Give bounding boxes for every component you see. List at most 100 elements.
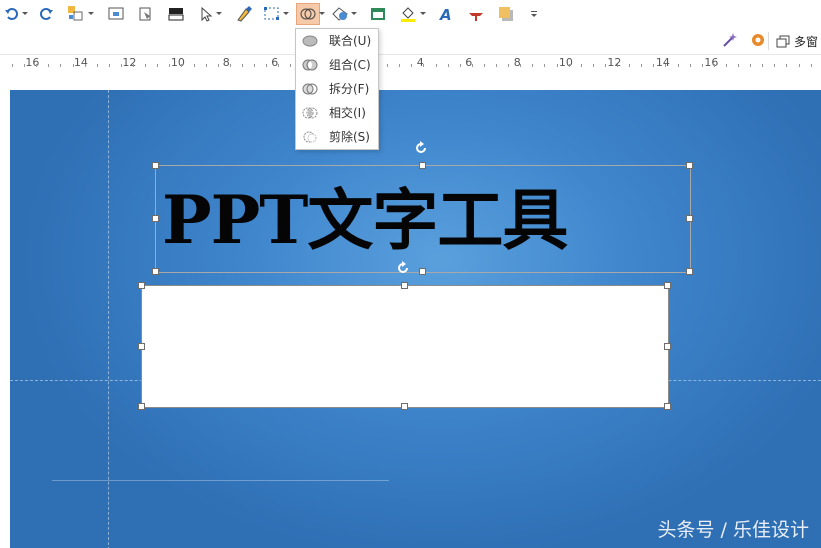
ruler-tick [544, 64, 546, 67]
merge-shapes-menu: 联合(U) 组合(C) 拆分(F) 相交(I) 剪除(S) [295, 28, 379, 150]
text-effect-button[interactable]: A [436, 4, 456, 24]
ruler-label: 4 [416, 56, 424, 69]
ruler-tick [48, 64, 50, 67]
ruler-tick [774, 64, 776, 67]
rect-handle-nw[interactable] [138, 282, 145, 289]
fill-color-button[interactable] [398, 4, 418, 24]
ruler-label: 6 [465, 56, 473, 69]
merge-shapes-button[interactable] [296, 3, 320, 25]
ruler-tick [641, 64, 643, 67]
select-button[interactable] [196, 4, 216, 24]
gradient-button[interactable] [166, 4, 186, 24]
resize-handle-nw[interactable] [152, 162, 159, 169]
shape-outline-icon [332, 7, 348, 21]
redo-button[interactable] [36, 4, 56, 24]
edit-points-dropdown-arrow[interactable] [283, 12, 289, 15]
ruler-label: 16 [25, 56, 40, 69]
rect-handle-n[interactable] [401, 282, 408, 289]
arrange-dropdown-arrow[interactable] [88, 12, 94, 15]
shadow-button[interactable] [496, 4, 516, 24]
pen-button[interactable] [234, 4, 254, 24]
magic-wand-button[interactable] [720, 30, 740, 50]
multi-window-button[interactable]: 多窗 [794, 33, 818, 50]
resize-handle-e[interactable] [686, 215, 693, 222]
secondary-toolbar: 多窗 [0, 28, 821, 55]
ruler-tick [411, 64, 413, 67]
ruler-tick [217, 64, 219, 67]
ruler-tick [738, 64, 739, 67]
rect-handle-se[interactable] [664, 403, 671, 410]
rect-handle-e[interactable] [664, 343, 671, 350]
ruler-tick [108, 64, 110, 67]
format-painter-button[interactable] [136, 4, 156, 24]
menu-item-combine[interactable]: 组合(C) [296, 53, 378, 77]
undo-button[interactable] [2, 4, 22, 24]
ruler-label: 10 [558, 56, 573, 69]
resize-handle-sw[interactable] [152, 268, 159, 275]
hat-button[interactable] [466, 4, 486, 24]
ruler-tick [483, 64, 485, 67]
settings-button[interactable] [748, 30, 768, 50]
ruler-tick [629, 64, 631, 67]
quick-toolbar: A [0, 0, 821, 29]
ruler-tick [193, 64, 195, 67]
rect-handle-s[interactable] [401, 403, 408, 410]
select-dropdown-arrow[interactable] [216, 12, 222, 15]
pen-icon [237, 6, 252, 22]
white-rectangle-shape[interactable] [141, 285, 669, 408]
rect-handle-ne[interactable] [664, 282, 671, 289]
resize-handle-se[interactable] [686, 268, 693, 275]
ruler-tick [689, 64, 691, 67]
resize-handle-n[interactable] [419, 162, 426, 169]
menu-item-fragment[interactable]: 拆分(F) [296, 77, 378, 101]
table-button[interactable] [368, 4, 388, 24]
resize-handle-w[interactable] [152, 215, 159, 222]
ruler-tick [786, 64, 788, 67]
menu-item-subtract[interactable]: 剪除(S) [296, 125, 378, 149]
fragment-icon [302, 81, 318, 97]
subtract-icon [302, 129, 318, 145]
ruler-tick [72, 64, 74, 67]
title-text[interactable]: PPT文字工具 [156, 180, 690, 260]
rotate-handle[interactable] [414, 140, 428, 154]
cursor-icon [201, 6, 213, 22]
ruler-label: 12 [122, 56, 137, 69]
ruler-tick [24, 64, 26, 67]
resize-handle-ne[interactable] [686, 162, 693, 169]
ruler-tick [12, 64, 13, 67]
table-icon [371, 8, 385, 20]
slide-canvas[interactable]: PPT文字工具 头条号 / 乐佳设计 [10, 90, 821, 548]
screenshot-button[interactable] [106, 4, 126, 24]
ruler-label: 12 [607, 56, 622, 69]
text-effect-icon: A [439, 6, 452, 22]
combine-icon [302, 57, 318, 73]
ruler-tick [157, 64, 159, 67]
shape-outline-dropdown-arrow[interactable] [351, 12, 357, 15]
ruler-tick [145, 64, 147, 67]
undo-dropdown-arrow[interactable] [22, 12, 28, 15]
resize-handle-s[interactable] [419, 268, 426, 275]
ruler-tick [96, 64, 98, 67]
ruler-strip: 16141210860246810121416 [12, 56, 817, 69]
multi-window-icon [776, 34, 790, 48]
hat-icon [469, 13, 483, 21]
rect-handle-w[interactable] [138, 343, 145, 350]
rotate-icon [398, 261, 408, 273]
edit-points-button[interactable] [262, 4, 282, 24]
ruler-tick [592, 64, 594, 67]
rect-rotate-handle[interactable] [396, 260, 410, 274]
ruler-tick [568, 64, 570, 67]
rect-handle-sw[interactable] [138, 403, 145, 410]
arrange-icon [68, 6, 83, 21]
title-textbox[interactable]: PPT文字工具 [155, 165, 691, 273]
ruler-tick [290, 64, 292, 67]
customize-toolbar-button[interactable] [524, 4, 544, 24]
ruler-tick [399, 64, 401, 67]
ruler-tick [266, 64, 268, 67]
shape-outline-button[interactable] [330, 4, 350, 24]
menu-item-intersect[interactable]: 相交(I) [296, 101, 378, 125]
merge-shapes-dropdown-arrow[interactable] [319, 12, 325, 15]
fill-color-dropdown-arrow[interactable] [420, 12, 426, 15]
menu-item-union[interactable]: 联合(U) [296, 29, 378, 53]
arrange-button[interactable] [66, 4, 86, 24]
